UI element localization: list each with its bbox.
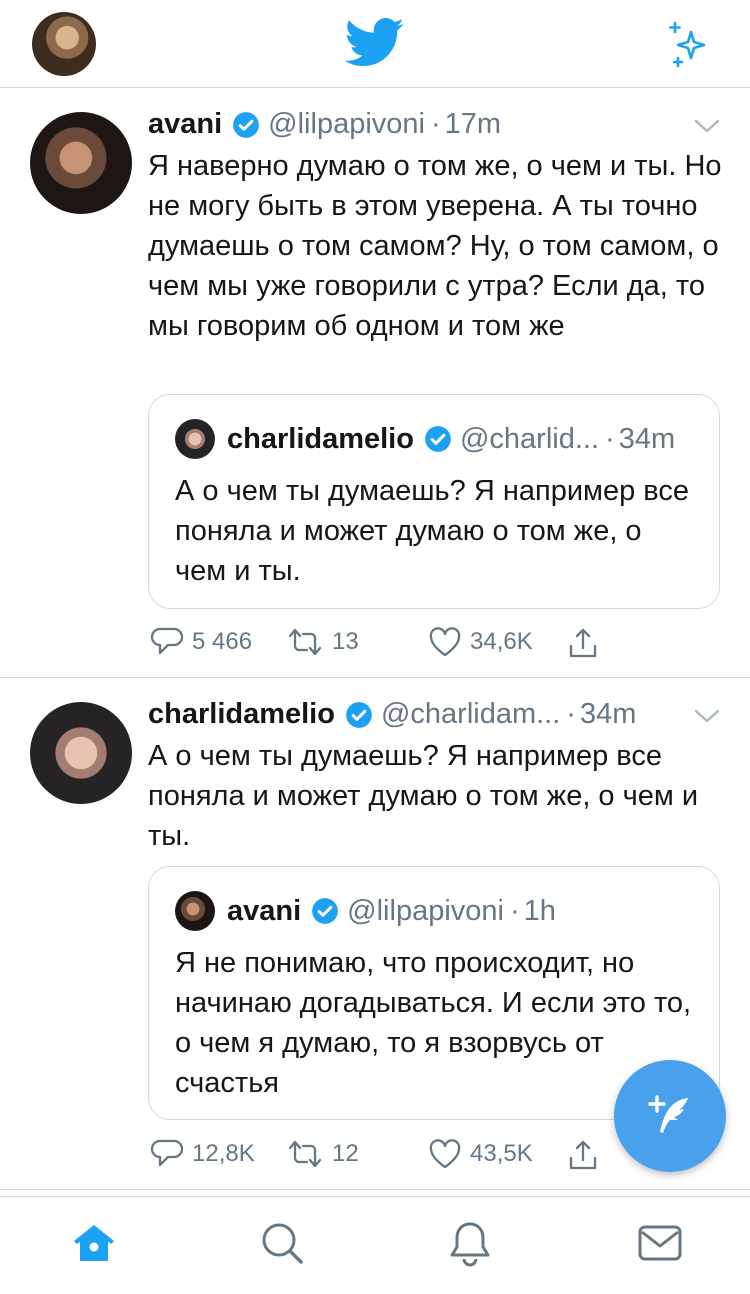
bottom-tab-bar xyxy=(0,1196,750,1294)
tweet[interactable]: avani @lilpapivoni · 17m Я наверно думаю… xyxy=(0,88,750,678)
tweet-header: avani @lilpapivoni · 17m xyxy=(148,108,501,141)
avatar[interactable] xyxy=(30,702,132,804)
avatar xyxy=(175,891,215,931)
tweet-actions: 5 466 13 34,6K xyxy=(150,626,610,662)
author-name: avani xyxy=(227,894,302,927)
sparkle-icon[interactable] xyxy=(664,20,714,68)
reply-button[interactable]: 5 466 xyxy=(150,626,252,658)
tweet-actions: 12,8K 12 43,5K xyxy=(150,1138,610,1174)
verified-badge-icon xyxy=(425,426,451,452)
search-icon[interactable] xyxy=(258,1219,306,1267)
compose-feather-icon xyxy=(648,1095,688,1133)
reply-button[interactable]: 12,8K xyxy=(150,1138,255,1170)
author-handle[interactable]: @charlidam... xyxy=(381,698,560,731)
verified-badge-icon xyxy=(233,111,260,138)
retweet-button[interactable]: 13 xyxy=(286,626,359,658)
like-count: 43,5K xyxy=(470,1140,533,1167)
chevron-down-icon[interactable] xyxy=(694,118,720,134)
separator-dot: · xyxy=(605,422,615,455)
reply-count: 12,8K xyxy=(192,1140,255,1167)
reply-count: 5 466 xyxy=(192,628,253,655)
share-button[interactable] xyxy=(566,626,608,660)
quoted-tweet-text: Я не понимаю, что происходит, но начинаю… xyxy=(175,947,692,1099)
author-name[interactable]: charlidamelio xyxy=(148,698,335,731)
author-handle[interactable]: @lilpapivoni xyxy=(268,108,425,141)
like-button[interactable]: 34,6K xyxy=(428,626,533,658)
retweet-icon xyxy=(288,1140,322,1168)
separator-dot: · xyxy=(566,698,576,730)
reply-icon xyxy=(150,627,184,655)
home-icon[interactable] xyxy=(70,1219,118,1267)
separator-dot: · xyxy=(509,894,520,927)
author-handle: @lilpapivoni xyxy=(347,894,504,927)
like-button[interactable]: 43,5K xyxy=(428,1138,533,1170)
retweet-count: 12 xyxy=(332,1140,359,1167)
avatar xyxy=(175,419,215,459)
like-count: 34,6K xyxy=(470,628,533,655)
share-icon xyxy=(569,628,597,658)
author-handle: @charlid... xyxy=(459,422,600,455)
tweet-time: 1h xyxy=(523,894,556,927)
heart-icon xyxy=(429,1139,461,1169)
tweet-text: Я наверно думаю о том же, о чем и ты. Но… xyxy=(148,150,722,342)
author-name[interactable]: avani xyxy=(148,108,222,141)
twitter-bird-icon xyxy=(345,18,404,66)
tweet-header: charlidamelio @charlidam... · 34m xyxy=(148,698,636,731)
share-icon xyxy=(569,1140,597,1170)
tweet-time: 34m xyxy=(618,422,676,455)
profile-avatar[interactable] xyxy=(32,12,96,76)
messages-icon[interactable] xyxy=(636,1219,684,1267)
retweet-button[interactable]: 12 xyxy=(286,1138,359,1170)
tweet-text: А о чем ты думаешь? Я например все понял… xyxy=(148,740,699,852)
separator-dot: · xyxy=(430,108,441,140)
verified-badge-icon xyxy=(346,701,372,728)
share-button[interactable] xyxy=(566,1138,608,1172)
quoted-tweet-header: avani @lilpapivoni · 1h xyxy=(175,891,556,931)
compose-tweet-button[interactable] xyxy=(614,1060,726,1172)
heart-icon xyxy=(429,627,461,657)
reply-icon xyxy=(150,1139,184,1167)
retweet-icon xyxy=(288,628,322,656)
avatar[interactable] xyxy=(30,112,132,214)
verified-badge-icon xyxy=(312,898,339,924)
quoted-tweet-header: charlidamelio @charlid... · 34m xyxy=(175,419,675,459)
quoted-tweet-text: А о чем ты думаешь? Я например все понял… xyxy=(175,475,689,587)
tweet-time: 17m xyxy=(444,108,502,140)
quoted-tweet[interactable]: charlidamelio @charlid... · 34m А о чем … xyxy=(148,394,720,609)
chevron-down-icon[interactable] xyxy=(694,708,720,724)
author-name: charlidamelio xyxy=(227,422,414,455)
top-bar xyxy=(0,0,750,88)
notifications-icon[interactable] xyxy=(446,1219,494,1267)
retweet-count: 13 xyxy=(332,628,359,655)
tweet-time: 34m xyxy=(579,698,637,730)
